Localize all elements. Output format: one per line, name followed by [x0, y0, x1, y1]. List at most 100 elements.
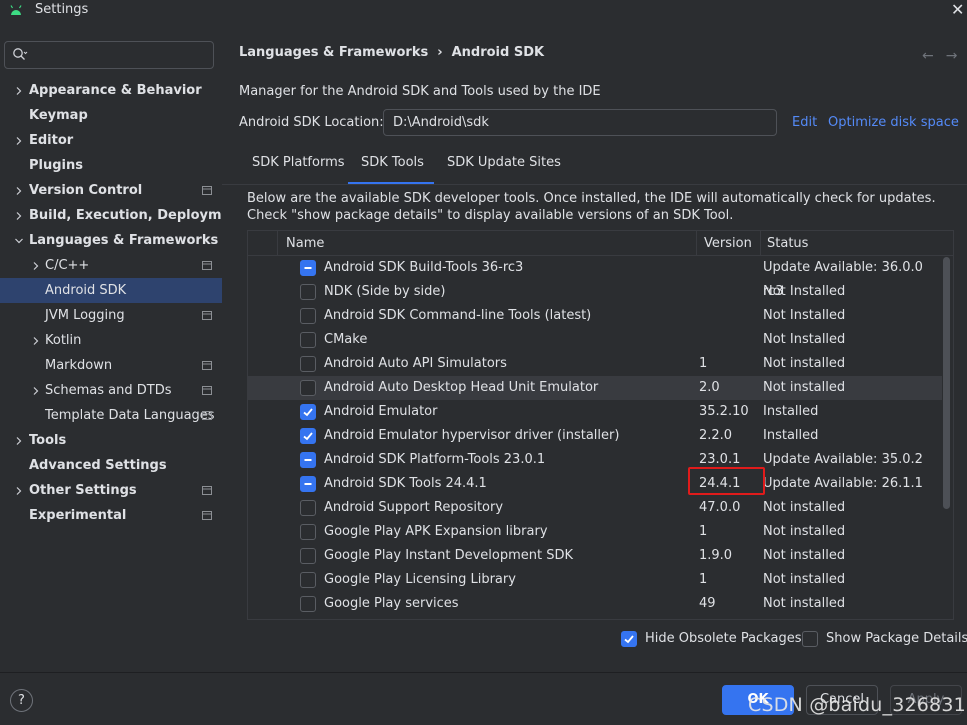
table-row[interactable]: Google Play Instant Development SDK 1.9.0…	[248, 544, 942, 568]
navigation-arrows: ← →	[922, 48, 967, 64]
table-scrollbar[interactable]	[943, 257, 950, 509]
package-checkbox[interactable]	[300, 428, 316, 444]
sidebar-item[interactable]: JVM Logging	[0, 303, 222, 328]
package-checkbox[interactable]	[300, 380, 316, 396]
hide-obsolete-checkbox[interactable]	[621, 631, 637, 647]
chevron-right-icon[interactable]	[13, 178, 25, 203]
sidebar-item[interactable]: Build, Execution, Deployment	[0, 203, 246, 228]
cell-status: Installed	[763, 404, 819, 419]
package-checkbox[interactable]	[300, 524, 316, 540]
column-divider	[696, 231, 697, 256]
table-row[interactable]: Android Auto Desktop Head Unit Emulator 2…	[248, 376, 942, 400]
hide-obsolete-option[interactable]: Hide Obsolete Packages	[621, 630, 801, 648]
android-sdk-panel: Languages & Frameworks › Android SDK ← → Ma…	[222, 24, 967, 672]
cell-name: Android SDK Platform-Tools 23.0.1	[324, 452, 546, 467]
chevron-down-icon[interactable]	[13, 228, 25, 253]
breadcrumb-item[interactable]: Languages & Frameworks	[239, 45, 428, 60]
column-divider	[760, 231, 761, 256]
sidebar-item[interactable]: Template Data Languages	[0, 403, 222, 428]
table-row[interactable]: Android SDK Platform-Tools 23.0.1 23.0.1 U…	[248, 448, 942, 472]
settings-search[interactable]	[4, 41, 214, 69]
chevron-right-icon[interactable]	[13, 478, 25, 503]
table-row[interactable]: Android Emulator hypervisor driver (inst…	[248, 424, 942, 448]
cell-status: Not installed	[763, 500, 846, 515]
sidebar-item[interactable]: Appearance & Behavior	[0, 78, 222, 103]
tab-label: SDK Platforms	[252, 155, 345, 170]
table-row[interactable]: Android SDK Tools 24.4.1 24.4.1 Update Ava…	[248, 472, 942, 496]
table-row[interactable]: CMake Not Installed	[248, 328, 942, 352]
search-input[interactable]	[35, 45, 205, 65]
sidebar-item[interactable]: C/C++	[0, 253, 222, 278]
close-icon[interactable]: ✕	[951, 0, 964, 19]
table-row[interactable]: Google Play Licensing Library 1 Not instal…	[248, 568, 942, 592]
sdk-location-field[interactable]: D:\Android\sdk	[383, 109, 777, 136]
sidebar-item[interactable]: Tools	[0, 428, 222, 453]
table-row[interactable]: Android SDK Build-Tools 36-rc3 Update Ava…	[248, 256, 942, 299]
package-checkbox[interactable]	[300, 404, 316, 420]
cell-version: 1.9.0	[699, 548, 733, 563]
package-checkbox[interactable]	[300, 260, 316, 276]
package-checkbox[interactable]	[300, 284, 316, 300]
tab-sdk-update-sites[interactable]: SDK Update Sites	[434, 148, 564, 185]
chevron-right-icon[interactable]	[30, 328, 42, 353]
chevron-right-icon[interactable]	[13, 428, 25, 453]
show-details-checkbox[interactable]	[802, 631, 818, 647]
table-row[interactable]: NDK (Side by side) Not Installed	[248, 280, 942, 304]
sidebar-item[interactable]: Kotlin	[0, 328, 222, 353]
sidebar-item-label: Template Data Languages	[45, 408, 215, 423]
sidebar-item[interactable]: Experimental	[0, 503, 222, 528]
chevron-right-icon[interactable]	[30, 378, 42, 403]
sidebar-item[interactable]: Markdown	[0, 353, 222, 378]
back-arrow-icon[interactable]: ←	[922, 48, 934, 64]
column-divider	[277, 231, 278, 256]
column-header-status[interactable]: Status	[767, 231, 808, 256]
column-header-name[interactable]: Name	[286, 231, 324, 256]
sidebar-item[interactable]: Schemas and DTDs	[0, 378, 222, 403]
show-details-label: Show Package Details	[826, 631, 967, 646]
package-checkbox[interactable]	[300, 548, 316, 564]
table-row[interactable]: Android Support Repository 47.0.0 Not inst…	[248, 496, 942, 520]
table-row[interactable]: Google Play APK Expansion library 1 Not in…	[248, 520, 942, 544]
show-details-option[interactable]: Show Package Details	[802, 630, 967, 648]
forward-arrow-icon[interactable]: →	[946, 48, 958, 64]
package-checkbox[interactable]	[300, 332, 316, 348]
cell-status: Not Installed	[763, 332, 846, 347]
package-checkbox[interactable]	[300, 356, 316, 372]
optimize-disk-space-link[interactable]: Optimize disk space	[828, 115, 959, 130]
help-button[interactable]: ?	[10, 689, 33, 712]
edit-link[interactable]: Edit	[792, 115, 817, 130]
cell-name: Google Play Instant Development SDK	[324, 548, 574, 563]
package-checkbox[interactable]	[300, 572, 316, 588]
table-row[interactable]: Google Play services 49 Not installed	[248, 592, 942, 616]
table-row[interactable]: Android Emulator 35.2.10 Installed	[248, 400, 942, 424]
tab-sdk-platforms[interactable]: SDK Platforms	[239, 148, 351, 185]
chevron-right-icon[interactable]	[13, 203, 25, 228]
chevron-right-icon[interactable]	[30, 253, 42, 278]
sidebar-item[interactable]: Keymap	[0, 103, 222, 128]
sidebar-item[interactable]: Advanced Settings	[0, 453, 222, 478]
table-row[interactable]: Android SDK Command-line Tools (latest) N…	[248, 304, 942, 328]
cell-name: Android Emulator hypervisor driver (inst…	[324, 428, 620, 443]
column-header-version[interactable]: Version	[704, 231, 752, 256]
sidebar-item[interactable]: Languages & Frameworks	[0, 228, 222, 253]
chevron-right-icon[interactable]	[13, 78, 25, 103]
cell-status: Not installed	[763, 548, 846, 563]
sidebar-item[interactable]: Other Settings	[0, 478, 222, 503]
chevron-right-icon[interactable]	[13, 128, 25, 153]
package-checkbox[interactable]	[300, 452, 316, 468]
package-checkbox[interactable]	[300, 476, 316, 492]
table-row[interactable]: Android Auto API Simulators 1 Not installe…	[248, 352, 942, 376]
android-studio-icon	[10, 5, 22, 15]
package-checkbox[interactable]	[300, 308, 316, 324]
package-checkbox[interactable]	[300, 500, 316, 516]
package-checkbox[interactable]	[300, 596, 316, 612]
tab-sdk-tools[interactable]: SDK Tools	[348, 148, 434, 185]
sidebar-item[interactable]: Version Control	[0, 178, 222, 203]
sidebar-item[interactable]: Editor	[0, 128, 222, 153]
cell-status: Not installed	[763, 356, 846, 371]
cell-name: Android SDK Build-Tools 36-rc3	[324, 260, 524, 275]
tab-divider	[222, 184, 967, 185]
sidebar-item[interactable]: Android SDK	[0, 278, 222, 303]
sidebar-item-label: Markdown	[45, 358, 113, 373]
sidebar-item[interactable]: Plugins	[0, 153, 222, 178]
